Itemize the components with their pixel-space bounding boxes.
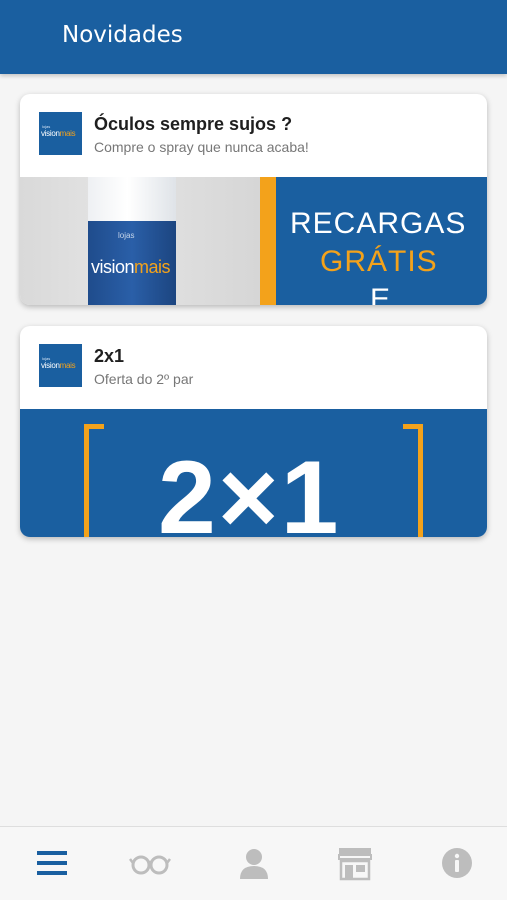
promo-line-2: GRÁTIS [320, 245, 438, 278]
bottom-navigation [0, 826, 507, 900]
visionmais-logo: lojas visionmais [39, 112, 82, 155]
visionmais-logo: lojas visionmais [39, 344, 82, 387]
promo-line-1: RECARGAS [290, 207, 467, 240]
accent-stripe [260, 177, 276, 305]
card-title: 2x1 [94, 346, 125, 366]
spray-photo: lojas visionmais [20, 177, 260, 305]
store-icon [338, 848, 372, 881]
nav-glasses[interactable] [129, 845, 171, 881]
nav-stores[interactable] [335, 845, 375, 881]
top-app-bar: Novidades [0, 0, 507, 74]
nav-info[interactable] [437, 845, 477, 881]
card-banner-image: lojas visionmais RECARGAS GRÁTIS E [20, 177, 487, 305]
card-banner-image: 2×1 [20, 409, 487, 537]
spray-bottle: lojas visionmais [88, 177, 176, 305]
news-card-2x1[interactable]: lojas visionmais 2x1 Oferta do 2º par 2×… [20, 326, 487, 537]
card-header: lojas visionmais 2x1 Oferta do 2º par [20, 326, 487, 409]
menu-icon [37, 851, 67, 875]
glasses-icon [129, 855, 171, 875]
promo-line-3: E [370, 283, 391, 305]
nav-profile[interactable] [234, 845, 274, 881]
card-header: lojas visionmais Óculos sempre sujos ? C… [20, 94, 487, 177]
info-icon [442, 848, 472, 878]
news-card-spray[interactable]: lojas visionmais Óculos sempre sujos ? C… [20, 94, 487, 305]
nav-menu[interactable] [32, 845, 72, 881]
promo-2x1-text: 2×1 [158, 440, 341, 537]
user-icon [240, 849, 268, 879]
right-bracket [403, 424, 423, 537]
card-title: Óculos sempre sujos ? [94, 114, 293, 134]
page-title: Novidades [62, 22, 183, 48]
card-subtitle: Compre o spray que nunca acaba! [94, 139, 309, 155]
left-bracket [84, 424, 104, 537]
card-subtitle: Oferta do 2º par [94, 371, 194, 387]
promo-panel: RECARGAS GRÁTIS E [276, 177, 487, 305]
